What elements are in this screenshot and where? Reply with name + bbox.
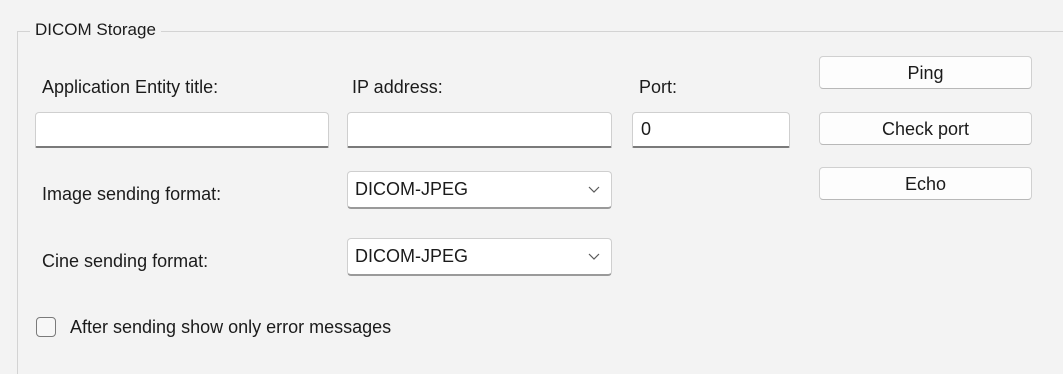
image-format-value: DICOM-JPEG	[355, 179, 469, 199]
image-format-select[interactable]: DICOM-JPEG	[347, 171, 612, 209]
chevron-down-icon	[588, 186, 600, 193]
image-format-label: Image sending format:	[42, 184, 222, 204]
ae-title-label: Application Entity title:	[42, 77, 219, 97]
ip-address-input[interactable]	[347, 112, 612, 148]
echo-button[interactable]: Echo	[819, 167, 1032, 200]
cine-format-select[interactable]: DICOM-JPEG	[347, 238, 612, 276]
group-title: DICOM Storage	[30, 19, 161, 41]
ae-title-input[interactable]	[35, 112, 329, 148]
errors-only-checkbox[interactable]	[36, 317, 56, 337]
port-label: Port:	[639, 77, 678, 97]
dicom-storage-panel: DICOM Storage Application Entity title: …	[0, 0, 1063, 374]
cine-format-value: DICOM-JPEG	[355, 246, 469, 266]
cine-format-label: Cine sending format:	[42, 251, 209, 271]
ping-button[interactable]: Ping	[819, 56, 1032, 89]
check-port-button[interactable]: Check port	[819, 112, 1032, 145]
ip-address-label: IP address:	[352, 77, 443, 97]
errors-only-label[interactable]: After sending show only error messages	[70, 316, 391, 338]
chevron-down-icon	[588, 253, 600, 260]
port-input[interactable]: 0	[632, 112, 790, 148]
